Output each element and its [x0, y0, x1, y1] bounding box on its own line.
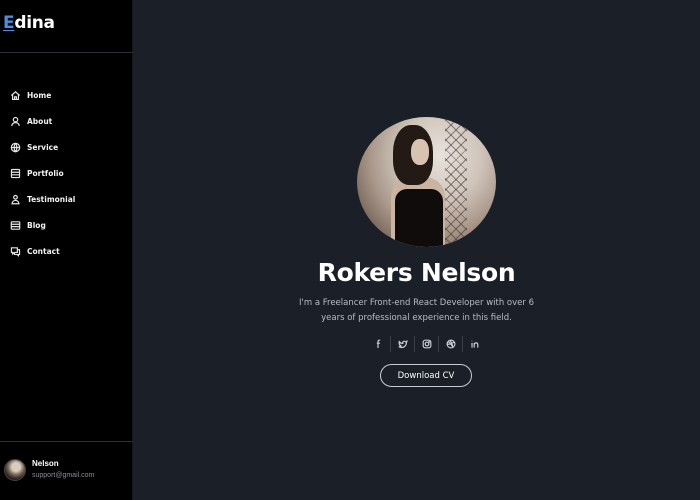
twitter-icon	[397, 339, 408, 349]
facebook-link[interactable]	[367, 336, 391, 352]
instagram-icon	[422, 339, 431, 349]
sidebar-item-testimonial[interactable]: Testimonial	[0, 186, 133, 212]
sidebar-item-home[interactable]: Home	[0, 82, 133, 108]
hero-name: Rokers Nelson	[317, 258, 516, 287]
sidebar: Edina Home About Service Portfolio Testi…	[0, 0, 133, 500]
user-profile[interactable]: Nelson support@gmail.com	[4, 458, 94, 481]
download-cv-button[interactable]: Download CV	[380, 364, 472, 387]
sidebar-item-label: Portfolio	[27, 168, 64, 178]
hero-bio-line-1: I'm a Freelancer Front-end React Develop…	[299, 298, 534, 308]
logo-first-letter: E	[3, 13, 15, 33]
dribbble-link[interactable]	[439, 336, 463, 352]
avatar	[4, 458, 26, 481]
sidebar-item-label: Service	[27, 142, 59, 152]
sidebar-item-portfolio[interactable]: Portfolio	[0, 160, 133, 186]
hero-bio-line-2: years of professional experience in this…	[321, 313, 512, 323]
user-email: support@gmail.com	[32, 472, 95, 479]
sidebar-item-label: Home	[27, 90, 52, 100]
user-text: Nelson support@gmail.com	[32, 458, 94, 481]
instagram-link[interactable]	[415, 336, 439, 352]
linkedin-icon	[471, 340, 479, 348]
contact-icon	[9, 245, 21, 257]
photo-tower	[445, 117, 467, 247]
sidebar-item-label: Testimonial	[27, 194, 76, 204]
sidebar-item-label: Blog	[27, 220, 46, 230]
home-icon	[9, 89, 21, 101]
user-icon	[9, 115, 21, 127]
sidebar-top-divider	[0, 52, 133, 53]
hero-section: Rokers Nelson I'm a Freelancer Front-end…	[133, 0, 700, 500]
blog-icon	[9, 219, 21, 231]
profile-photo	[357, 117, 496, 247]
user-name: Nelson	[32, 459, 59, 468]
globe-icon	[9, 141, 21, 153]
sidebar-item-contact[interactable]: Contact	[0, 238, 133, 264]
sidebar-item-about[interactable]: About	[0, 108, 133, 134]
sidebar-item-label: About	[27, 116, 53, 126]
sidebar-item-label: Contact	[27, 246, 60, 256]
sidebar-bottom-divider	[0, 441, 133, 442]
facebook-icon	[376, 339, 380, 348]
logo-rest: dina	[14, 13, 55, 33]
sidebar-nav: Home About Service Portfolio Testimonial	[0, 82, 133, 264]
photo-figure-face	[411, 139, 429, 165]
dribbble-icon	[445, 339, 456, 349]
testimonial-icon	[9, 193, 21, 205]
portfolio-icon	[9, 167, 21, 179]
sidebar-item-blog[interactable]: Blog	[0, 212, 133, 238]
hero-bio: I'm a Freelancer Front-end React Develop…	[133, 296, 700, 326]
photo-figure-top	[395, 189, 443, 247]
sidebar-item-service[interactable]: Service	[0, 134, 133, 160]
twitter-link[interactable]	[391, 336, 415, 352]
logo[interactable]: Edina	[3, 13, 55, 33]
linkedin-link[interactable]	[463, 336, 487, 352]
social-links	[367, 336, 487, 352]
